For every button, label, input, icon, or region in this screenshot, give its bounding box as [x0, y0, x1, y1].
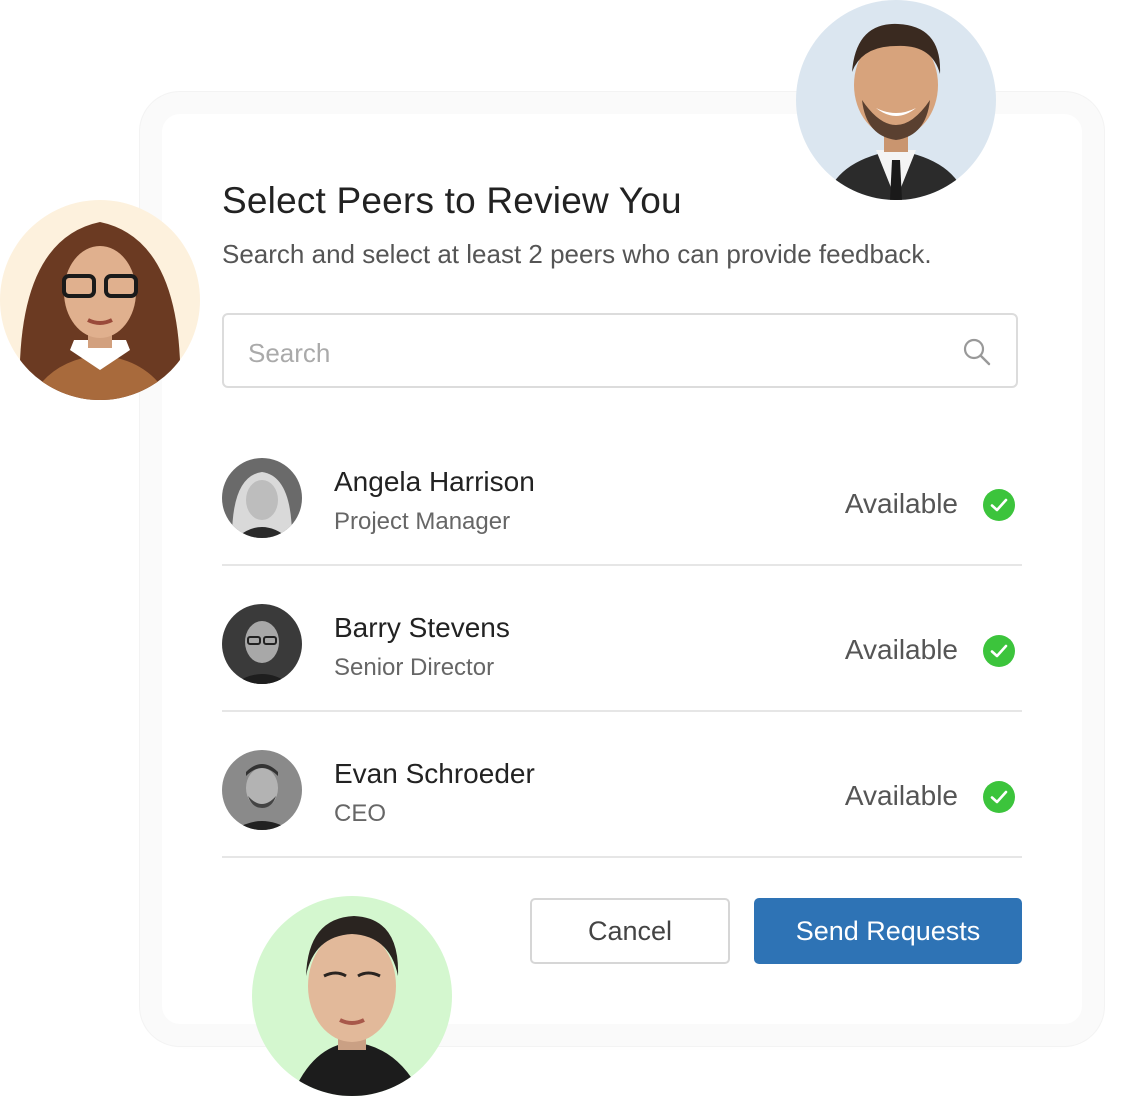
dialog-subtitle: Search and select at least 2 peers who c… [222, 239, 932, 269]
search-input[interactable] [246, 335, 950, 371]
peer-role: Senior Director [334, 654, 495, 681]
search-icon[interactable] [962, 337, 992, 367]
dialog-title: Select Peers to Review You [222, 180, 682, 221]
peer-avatar [222, 458, 302, 538]
check-circle-icon[interactable] [982, 634, 1016, 668]
decorative-portrait-woman-glasses [0, 200, 200, 400]
peer-review-dialog: Select Peers to Review You Search and se… [162, 114, 1082, 1024]
peer-avatar [222, 750, 302, 830]
peer-role: CEO [334, 800, 387, 827]
peer-role: Project Manager [334, 508, 511, 535]
send-requests-button[interactable]: Send Requests [754, 898, 1022, 964]
peer-name: Evan Schroeder [334, 758, 535, 789]
cancel-button[interactable]: Cancel [530, 898, 730, 964]
peer-row[interactable]: Evan Schroeder CEO Available [222, 712, 1022, 858]
check-circle-icon[interactable] [982, 780, 1016, 814]
peer-name: Angela Harrison [334, 466, 535, 497]
decorative-portrait-man [796, 0, 996, 200]
peer-status: Available [844, 634, 958, 665]
row-divider [222, 856, 1022, 858]
decorative-portrait-woman [252, 896, 452, 1096]
peer-name: Barry Stevens [334, 612, 510, 643]
peer-row[interactable]: Barry Stevens Senior Director Available [222, 566, 1022, 712]
peer-avatar [222, 604, 302, 684]
check-circle-icon[interactable] [982, 488, 1016, 522]
peer-status: Available [844, 780, 958, 811]
peer-row[interactable]: Angela Harrison Project Manager Availabl… [222, 420, 1022, 566]
search-box[interactable] [222, 313, 1018, 388]
peer-status: Available [844, 488, 958, 519]
